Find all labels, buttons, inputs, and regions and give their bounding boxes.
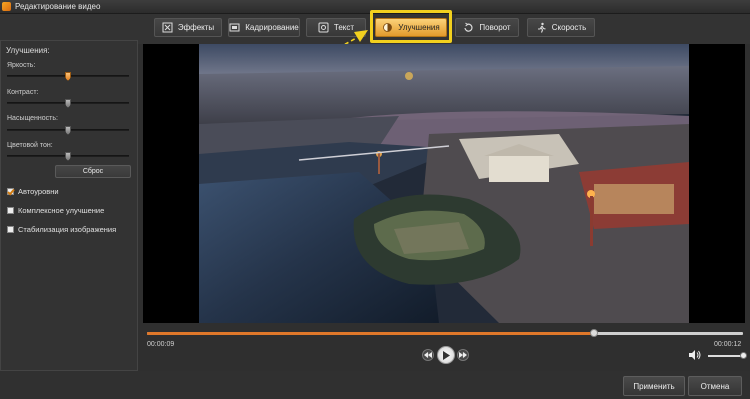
total-time: 00:00:12 [714, 341, 742, 348]
tab-label: Кадрирование [245, 23, 299, 32]
stabilization-checkbox[interactable] [7, 226, 14, 233]
brightness-label: Яркость: [7, 62, 36, 69]
contrast-slider[interactable] [7, 99, 129, 108]
auto-levels-option[interactable]: Автоуровни [7, 187, 59, 196]
auto-levels-label: Автоуровни [18, 187, 59, 196]
play-button[interactable] [437, 346, 455, 364]
tab-effects[interactable]: Эффекты [154, 18, 222, 37]
saturation-slider-thumb[interactable] [65, 126, 71, 135]
brightness-slider-thumb[interactable] [65, 72, 71, 81]
rewind-button[interactable] [422, 349, 434, 361]
play-icon [443, 350, 450, 360]
tab-label: Скорость [551, 23, 587, 32]
tab-label: Поворот [479, 23, 511, 32]
rewind-icon [424, 352, 432, 358]
footer: Применить Отмена [0, 371, 750, 399]
saturation-label: Насыщенность: [7, 115, 58, 122]
crop-icon [229, 23, 240, 32]
panel-title: Улучшения: [6, 46, 50, 55]
hue-slider-thumb[interactable] [65, 152, 71, 161]
apply-button[interactable]: Применить [623, 376, 685, 396]
tab-crop[interactable]: Кадрирование [228, 18, 300, 37]
volume-level [708, 355, 743, 357]
video-preview[interactable] [143, 44, 745, 323]
complex-enhance-checkbox[interactable] [7, 207, 14, 214]
hue-slider[interactable] [7, 152, 129, 161]
stabilization-label: Стабилизация изображения [18, 225, 117, 234]
timeline-thumb[interactable] [590, 329, 598, 337]
volume-slider[interactable] [708, 352, 747, 359]
forward-button[interactable] [457, 349, 469, 361]
timeline-slider[interactable] [147, 329, 743, 337]
forward-icon [459, 352, 467, 358]
highlight-frame [370, 10, 452, 43]
tab-label: Эффекты [177, 23, 215, 32]
saturation-slider[interactable] [7, 126, 129, 135]
complex-enhance-label: Комплексное улучшение [18, 206, 105, 215]
cancel-button[interactable]: Отмена [688, 376, 742, 396]
tab-speed[interactable]: Скорость [527, 18, 595, 37]
auto-levels-checkbox[interactable] [7, 188, 14, 195]
video-frame-image [199, 44, 689, 323]
app-icon [2, 2, 11, 11]
effects-icon [162, 22, 173, 33]
complex-enhance-option[interactable]: Комплексное улучшение [7, 206, 104, 215]
enhancements-panel: Улучшения: Яркость: Контраст: Насыщеннос… [0, 40, 138, 371]
volume-thumb[interactable] [740, 352, 747, 359]
current-time: 00:00:09 [147, 341, 175, 348]
window-title: Редактирование видео [15, 2, 101, 11]
hue-label: Цветовой тон: [7, 142, 53, 149]
volume-icon[interactable] [689, 350, 701, 360]
rotate-icon [464, 22, 473, 32]
timeline-progress [147, 332, 594, 335]
speed-icon [537, 22, 546, 33]
contrast-slider-thumb[interactable] [65, 99, 71, 108]
tab-rotate[interactable]: Поворот [455, 18, 519, 37]
stabilization-option[interactable]: Стабилизация изображения [7, 225, 116, 234]
brightness-slider[interactable] [7, 72, 129, 81]
reset-button[interactable]: Сброс [55, 165, 131, 178]
contrast-label: Контраст: [7, 89, 39, 96]
